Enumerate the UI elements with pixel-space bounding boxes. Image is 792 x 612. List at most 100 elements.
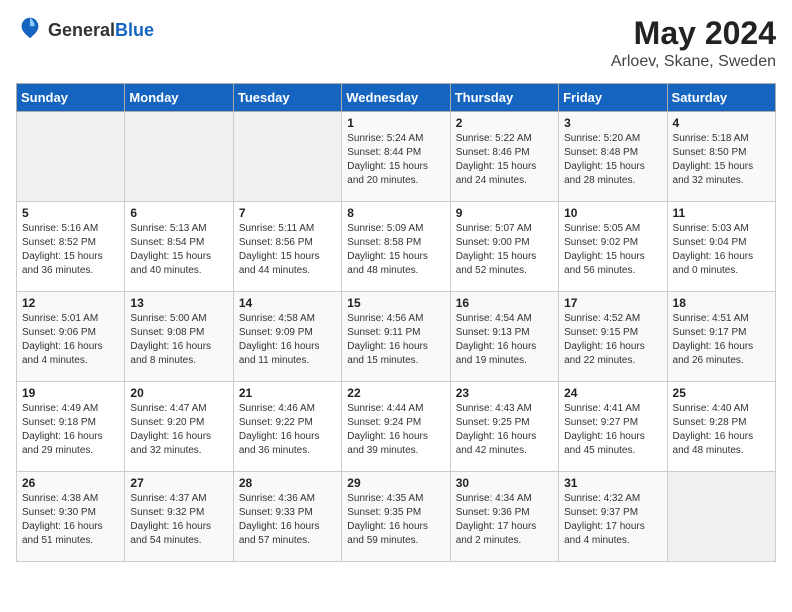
day-info: Sunrise: 4:44 AM Sunset: 9:24 PM Dayligh… [347,402,444,458]
calendar-cell: 31 Sunrise: 4:32 AM Sunset: 9:37 PM Dayli… [559,472,667,562]
logo-general-text: General [48,20,115,40]
day-info: Sunrise: 4:56 AM Sunset: 9:11 PM Dayligh… [347,312,444,368]
calendar-week-row: 12 Sunrise: 5:01 AM Sunset: 9:06 PM Dayli… [17,292,776,382]
day-info: Sunrise: 5:18 AM Sunset: 8:50 PM Dayligh… [673,132,770,188]
logo-icon [16,14,44,42]
calendar-cell: 8Sunrise: 5:09 AM Sunset: 8:58 PM Daylig… [342,202,450,292]
day-info: Sunrise: 5:01 AM Sunset: 9:06 PM Dayligh… [22,312,119,368]
calendar-cell: 16 Sunrise: 4:54 AM Sunset: 9:13 PM Dayli… [450,292,558,382]
day-info: Sunrise: 4:32 AM Sunset: 9:37 PM Dayligh… [564,492,661,548]
day-number: 4 [673,116,770,130]
day-info: Sunrise: 4:37 AM Sunset: 9:32 PM Dayligh… [130,492,227,548]
day-info: Sunrise: 5:16 AM Sunset: 8:52 PM Dayligh… [22,222,119,278]
day-number: 3 [564,116,661,130]
calendar-cell: 9 Sunrise: 5:07 AM Sunset: 9:00 PM Daylig… [450,202,558,292]
calendar-cell: 3 Sunrise: 5:20 AM Sunset: 8:48 PM Daylig… [559,112,667,202]
day-number: 31 [564,476,661,490]
day-info: Sunrise: 4:52 AM Sunset: 9:15 PM Dayligh… [564,312,661,368]
calendar-cell: 25 Sunrise: 4:40 AM Sunset: 9:28 PM Dayli… [667,382,775,472]
day-number: 28 [239,476,336,490]
day-number: 22 [347,386,444,400]
month-title: May 2024 [611,16,776,51]
day-number: 10 [564,206,661,220]
logo: GeneralBlue [16,16,154,44]
title-block: May 2024 Arloev, Skane, Sweden [611,16,776,71]
day-number: 25 [673,386,770,400]
day-info: Sunrise: 4:35 AM Sunset: 9:35 PM Dayligh… [347,492,444,548]
calendar-cell: 5 Sunrise: 5:16 AM Sunset: 8:52 PM Daylig… [17,202,125,292]
day-number: 6 [130,206,227,220]
day-info: Sunrise: 4:40 AM Sunset: 9:28 PM Dayligh… [673,402,770,458]
day-info: Sunrise: 4:47 AM Sunset: 9:20 PM Dayligh… [130,402,227,458]
day-number: 23 [456,386,553,400]
weekday-header-cell: Friday [559,84,667,112]
day-number: 17 [564,296,661,310]
calendar-cell: 17 Sunrise: 4:52 AM Sunset: 9:15 PM Dayli… [559,292,667,382]
day-info: Sunrise: 5:20 AM Sunset: 8:48 PM Dayligh… [564,132,661,188]
day-info: Sunrise: 4:34 AM Sunset: 9:36 PM Dayligh… [456,492,553,548]
day-info: Sunrise: 4:54 AM Sunset: 9:13 PM Dayligh… [456,312,553,368]
day-number: 15 [347,296,444,310]
calendar-cell: 23 Sunrise: 4:43 AM Sunset: 9:25 PM Dayli… [450,382,558,472]
day-info: Sunrise: 4:58 AM Sunset: 9:09 PM Dayligh… [239,312,336,368]
weekday-header-cell: Thursday [450,84,558,112]
day-info: Sunrise: 5:24 AM Sunset: 8:44 PM Dayligh… [347,132,444,188]
calendar-cell: 11 Sunrise: 5:03 AM Sunset: 9:04 PM Dayli… [667,202,775,292]
day-info: Sunrise: 5:11 AM Sunset: 8:56 PM Dayligh… [239,222,336,278]
day-number: 20 [130,386,227,400]
calendar-cell: 28 Sunrise: 4:36 AM Sunset: 9:33 PM Dayli… [233,472,341,562]
calendar-cell: 18 Sunrise: 4:51 AM Sunset: 9:17 PM Dayli… [667,292,775,382]
day-info: Sunrise: 4:36 AM Sunset: 9:33 PM Dayligh… [239,492,336,548]
calendar-cell: 27 Sunrise: 4:37 AM Sunset: 9:32 PM Dayli… [125,472,233,562]
calendar-cell: 26Sunrise: 4:38 AM Sunset: 9:30 PM Dayli… [17,472,125,562]
calendar-cell: 10Sunrise: 5:05 AM Sunset: 9:02 PM Dayli… [559,202,667,292]
page-header: GeneralBlue May 2024 Arloev, Skane, Swed… [16,16,776,71]
calendar-cell: 20 Sunrise: 4:47 AM Sunset: 9:20 PM Dayli… [125,382,233,472]
calendar-week-row: 1 Sunrise: 5:24 AM Sunset: 8:44 PM Daylig… [17,112,776,202]
location-title: Arloev, Skane, Sweden [611,53,776,71]
calendar-cell [233,112,341,202]
calendar-cell: 12 Sunrise: 5:01 AM Sunset: 9:06 PM Dayli… [17,292,125,382]
day-number: 9 [456,206,553,220]
calendar-cell: 13Sunrise: 5:00 AM Sunset: 9:08 PM Dayli… [125,292,233,382]
day-info: Sunrise: 4:43 AM Sunset: 9:25 PM Dayligh… [456,402,553,458]
day-number: 16 [456,296,553,310]
day-number: 5 [22,206,119,220]
calendar-cell [17,112,125,202]
calendar-table: SundayMondayTuesdayWednesdayThursdayFrid… [16,83,776,562]
day-info: Sunrise: 4:41 AM Sunset: 9:27 PM Dayligh… [564,402,661,458]
day-info: Sunrise: 4:38 AM Sunset: 9:30 PM Dayligh… [22,492,119,548]
day-info: Sunrise: 5:13 AM Sunset: 8:54 PM Dayligh… [130,222,227,278]
calendar-cell: 2 Sunrise: 5:22 AM Sunset: 8:46 PM Daylig… [450,112,558,202]
calendar-week-row: 26Sunrise: 4:38 AM Sunset: 9:30 PM Dayli… [17,472,776,562]
day-number: 12 [22,296,119,310]
calendar-cell: 22 Sunrise: 4:44 AM Sunset: 9:24 PM Dayli… [342,382,450,472]
day-info: Sunrise: 4:51 AM Sunset: 9:17 PM Dayligh… [673,312,770,368]
weekday-header-cell: Tuesday [233,84,341,112]
calendar-cell [667,472,775,562]
day-info: Sunrise: 5:03 AM Sunset: 9:04 PM Dayligh… [673,222,770,278]
calendar-cell: 24Sunrise: 4:41 AM Sunset: 9:27 PM Dayli… [559,382,667,472]
day-number: 18 [673,296,770,310]
weekday-header-cell: Wednesday [342,84,450,112]
day-info: Sunrise: 5:00 AM Sunset: 9:08 PM Dayligh… [130,312,227,368]
weekday-header-cell: Monday [125,84,233,112]
calendar-cell: 21Sunrise: 4:46 AM Sunset: 9:22 PM Dayli… [233,382,341,472]
calendar-cell: 15 Sunrise: 4:56 AM Sunset: 9:11 PM Dayli… [342,292,450,382]
weekday-header-row: SundayMondayTuesdayWednesdayThursdayFrid… [17,84,776,112]
day-info: Sunrise: 5:09 AM Sunset: 8:58 PM Dayligh… [347,222,444,278]
day-number: 27 [130,476,227,490]
day-number: 2 [456,116,553,130]
calendar-cell: 6 Sunrise: 5:13 AM Sunset: 8:54 PM Daylig… [125,202,233,292]
calendar-cell: 14 Sunrise: 4:58 AM Sunset: 9:09 PM Dayli… [233,292,341,382]
day-info: Sunrise: 5:22 AM Sunset: 8:46 PM Dayligh… [456,132,553,188]
day-number: 14 [239,296,336,310]
day-info: Sunrise: 4:46 AM Sunset: 9:22 PM Dayligh… [239,402,336,458]
day-info: Sunrise: 5:07 AM Sunset: 9:00 PM Dayligh… [456,222,553,278]
calendar-week-row: 19Sunrise: 4:49 AM Sunset: 9:18 PM Dayli… [17,382,776,472]
day-number: 7 [239,206,336,220]
day-number: 1 [347,116,444,130]
day-number: 19 [22,386,119,400]
calendar-cell: 29Sunrise: 4:35 AM Sunset: 9:35 PM Dayli… [342,472,450,562]
day-number: 11 [673,206,770,220]
